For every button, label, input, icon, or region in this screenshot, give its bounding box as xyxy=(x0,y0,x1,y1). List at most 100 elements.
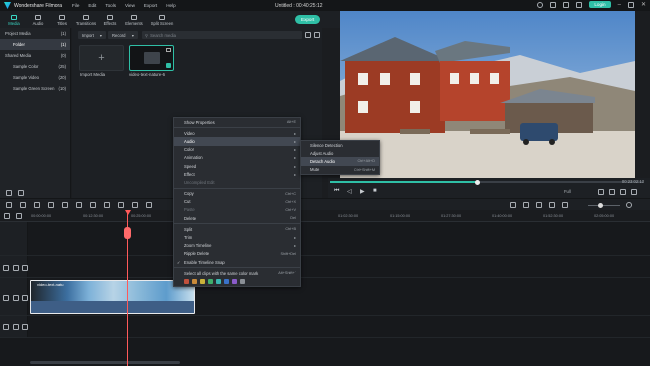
menu-select-same-color[interactable]: Select all clips with the same color mar… xyxy=(174,269,300,277)
menu-help[interactable]: Help xyxy=(166,3,175,8)
eye-icon[interactable] xyxy=(22,295,28,301)
close-icon[interactable]: ✕ xyxy=(641,1,646,8)
tab-audio[interactable]: Audio xyxy=(27,15,49,28)
menu-ripple-delete[interactable]: Ripple Delete Shift+Del xyxy=(174,250,300,258)
minimize-icon[interactable]: – xyxy=(618,2,621,8)
menu-color[interactable]: Color ▸ xyxy=(174,146,300,154)
playhead-handle[interactable] xyxy=(124,227,131,239)
menu-view[interactable]: View xyxy=(125,3,135,8)
redo-icon[interactable] xyxy=(20,202,26,208)
undo-icon[interactable] xyxy=(6,202,12,208)
menu-export[interactable]: Export xyxy=(144,3,157,8)
color-mark-swatch[interactable] xyxy=(232,279,237,285)
menu-trim[interactable]: Trim ▸ xyxy=(174,233,300,241)
tab-elements[interactable]: Elements xyxy=(123,15,145,28)
tab-effects[interactable]: Effects xyxy=(99,15,121,28)
tree-shared-media[interactable]: Shared Media (0) xyxy=(0,50,70,61)
tree-project-media[interactable]: Project Media (1) xyxy=(0,28,70,39)
skip-back-icon[interactable]: ⏮ xyxy=(334,188,339,195)
login-button[interactable]: Login xyxy=(589,1,611,8)
sync-icon[interactable] xyxy=(550,1,557,8)
color-mark-swatch[interactable] xyxy=(216,279,221,285)
menu-effect[interactable]: Effect ▸ xyxy=(174,170,300,178)
add-track-icon[interactable] xyxy=(4,213,10,219)
menu-enable-timeline-snap[interactable]: ✓ Enable Timeline Snap xyxy=(174,258,300,266)
grid-view-icon[interactable] xyxy=(314,32,320,38)
color-mark-swatch[interactable] xyxy=(208,279,213,285)
monitor-icon[interactable] xyxy=(598,189,604,195)
crop-icon[interactable] xyxy=(62,202,68,208)
eye-icon[interactable] xyxy=(22,265,28,271)
snapshot-icon[interactable] xyxy=(609,189,615,195)
menu-mute[interactable]: Mute Ctrl+Shift+M xyxy=(301,166,379,174)
menu-show-properties[interactable]: Show Properties Alt+E xyxy=(174,118,300,126)
import-dropdown[interactable]: Import ▾ xyxy=(78,31,106,39)
volume-icon[interactable] xyxy=(620,189,626,195)
menu-detach-audio[interactable]: Detach Audio Ctrl+Alt+D xyxy=(301,157,379,166)
menu-split[interactable]: Split Ctrl+B xyxy=(174,225,300,233)
zoom-slider[interactable] xyxy=(588,203,620,208)
stop-icon[interactable]: ■ xyxy=(373,188,377,194)
menu-adjust-audio[interactable]: Adjust Audio xyxy=(301,149,379,157)
menu-edit[interactable]: Edit xyxy=(88,3,96,8)
render-icon[interactable] xyxy=(510,202,516,208)
download-icon[interactable] xyxy=(576,1,583,8)
audio-mixer-icon[interactable] xyxy=(146,202,152,208)
fullscreen-icon[interactable] xyxy=(631,189,637,195)
color-mark-swatch[interactable] xyxy=(224,279,229,285)
menu-audio[interactable]: Audio ▸ xyxy=(174,137,300,146)
tab-media[interactable]: Media xyxy=(3,15,25,28)
tree-sample-video[interactable]: Sample Video (20) xyxy=(0,72,70,83)
media-clip-thumb[interactable] xyxy=(129,45,174,71)
timeline-ruler[interactable]: 00:00:00:00 00:12:30:00 00:25:00:00 01:0… xyxy=(0,210,650,222)
mute-icon[interactable] xyxy=(22,324,28,330)
zoom-in-icon[interactable] xyxy=(626,202,632,208)
voice-icon[interactable] xyxy=(549,202,555,208)
color-mark-swatch[interactable] xyxy=(200,279,205,285)
menu-cut[interactable]: Cut Ctrl+X xyxy=(174,198,300,206)
maximize-icon[interactable] xyxy=(627,1,634,8)
playhead-marker[interactable] xyxy=(125,210,131,215)
quality-dropdown[interactable]: Full xyxy=(564,189,571,194)
menu-silence-detection[interactable]: Silence Detection xyxy=(301,141,379,149)
link-icon[interactable] xyxy=(16,213,22,219)
snap-icon[interactable] xyxy=(562,202,568,208)
search-input[interactable]: ⚲ Search media xyxy=(142,31,302,39)
preview-scrubber[interactable] xyxy=(330,179,643,185)
tree-folder[interactable]: Folder (1) xyxy=(0,39,70,50)
speed-icon[interactable] xyxy=(90,202,96,208)
fit-icon[interactable] xyxy=(132,202,138,208)
timeline-scrollbar[interactable] xyxy=(30,361,180,364)
menu-speed[interactable]: Speed ▸ xyxy=(174,162,300,170)
color-icon[interactable] xyxy=(76,202,82,208)
tree-sample-color[interactable]: Sample Color (25) xyxy=(0,61,70,72)
zoom-handle[interactable] xyxy=(598,203,603,208)
menu-zoom-timeline[interactable]: Zoom Timeline ▸ xyxy=(174,242,300,250)
menu-file[interactable]: File xyxy=(72,3,79,8)
timeline-video-clip[interactable]: video-text-natu xyxy=(30,280,195,314)
folder-open-icon[interactable] xyxy=(18,190,24,196)
color-mark-swatch[interactable] xyxy=(192,279,197,285)
menu-tools[interactable]: Tools xyxy=(105,3,116,8)
export-button[interactable]: Export xyxy=(295,15,321,24)
import-media-tile[interactable]: + xyxy=(79,45,124,71)
menu-animation[interactable]: Animation ▸ xyxy=(174,154,300,162)
duration-icon[interactable] xyxy=(104,202,110,208)
delete-icon[interactable] xyxy=(34,202,40,208)
tree-sample-green-screen[interactable]: Sample Green Screen (10) xyxy=(0,83,70,94)
marker-icon[interactable] xyxy=(523,202,529,208)
tab-titles[interactable]: Titles xyxy=(51,15,73,28)
filter-icon[interactable] xyxy=(305,32,311,38)
mic-icon[interactable] xyxy=(536,202,542,208)
menu-copy[interactable]: Copy Ctrl+C xyxy=(174,190,300,198)
tab-transitions[interactable]: Transitions xyxy=(75,15,97,28)
lock-icon[interactable] xyxy=(13,265,19,271)
mail-icon[interactable] xyxy=(563,1,570,8)
cut-icon[interactable] xyxy=(48,202,54,208)
menu-delete[interactable]: Delete Del xyxy=(174,214,300,222)
color-mark-swatch[interactable] xyxy=(184,279,189,285)
step-back-icon[interactable]: ◁ xyxy=(347,188,352,195)
lock-icon[interactable] xyxy=(13,295,19,301)
record-dropdown[interactable]: Record ▾ xyxy=(108,31,138,39)
new-folder-icon[interactable] xyxy=(6,190,12,196)
